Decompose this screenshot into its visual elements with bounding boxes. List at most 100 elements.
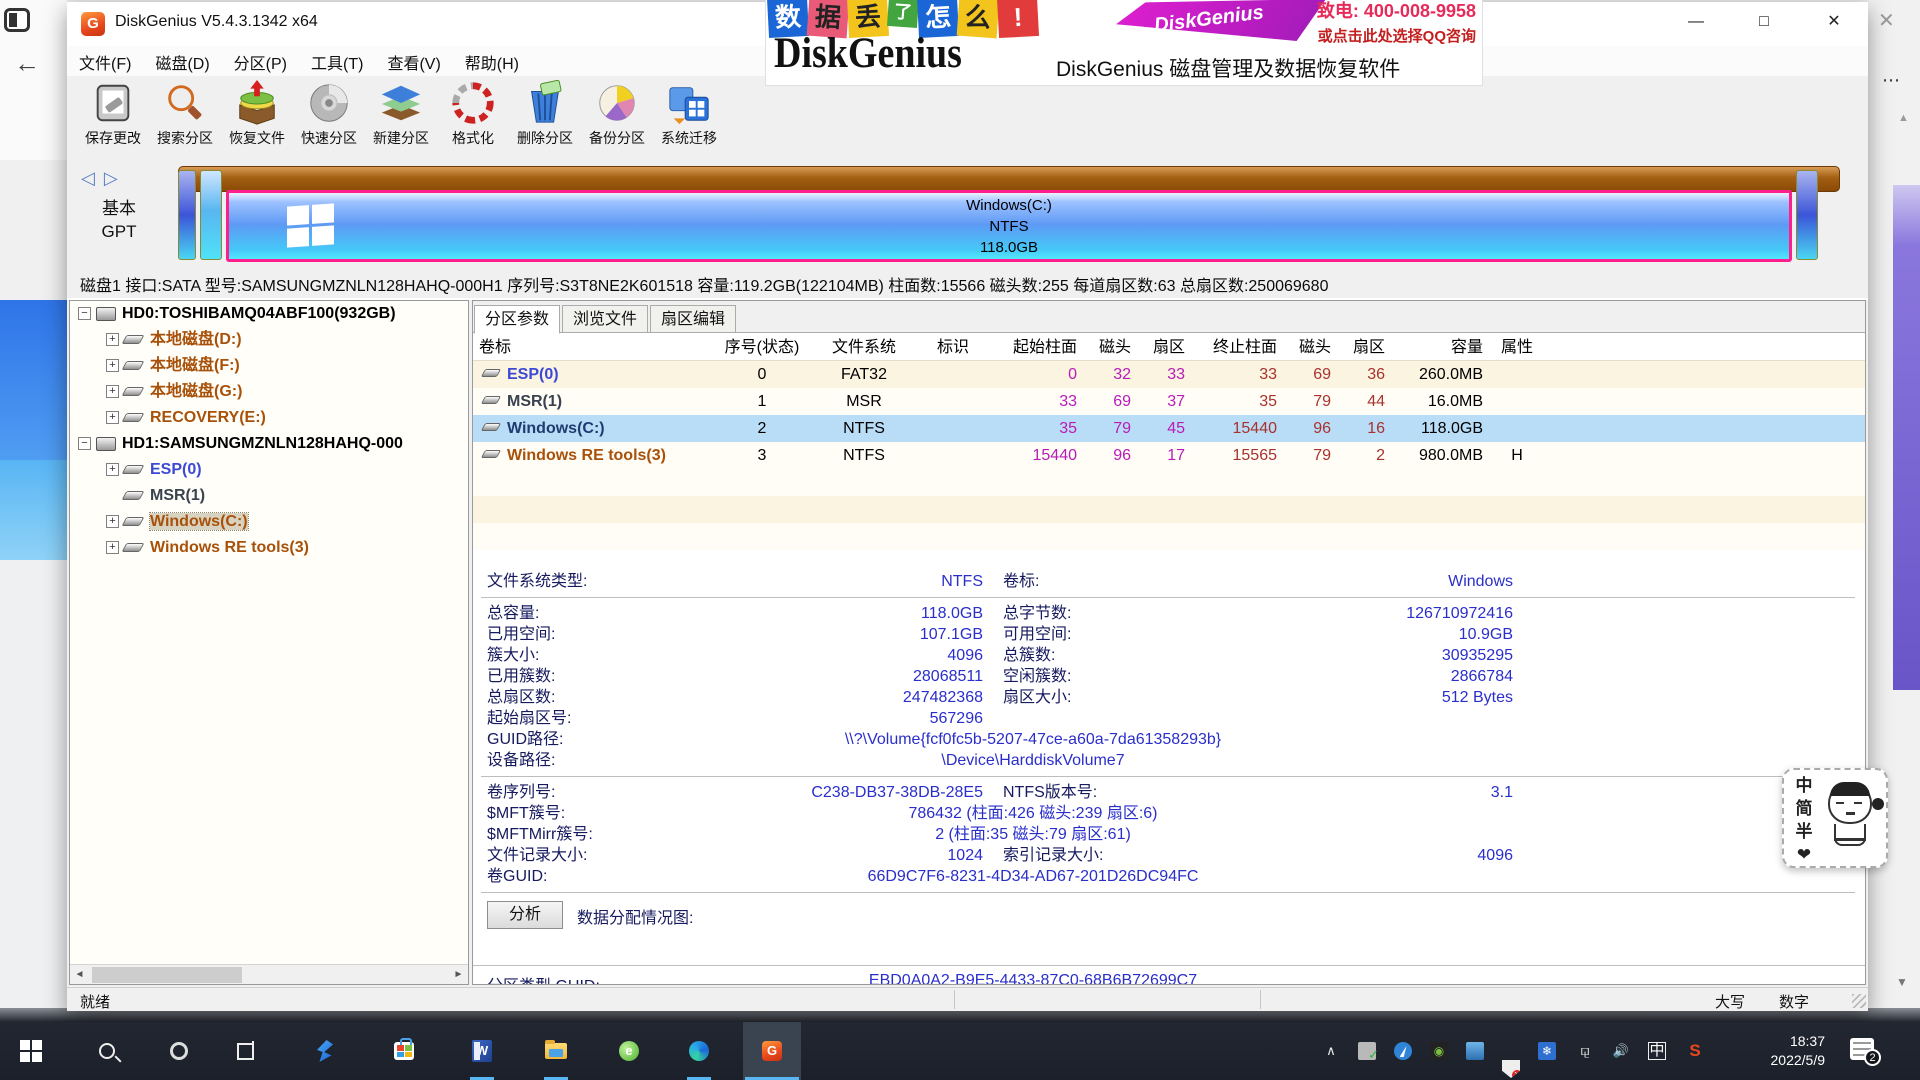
tray-chevron-icon[interactable]: ∧ <box>1322 1042 1340 1060</box>
scroll-left-icon[interactable]: ◄ <box>70 966 89 984</box>
tree-item-6[interactable]: +ESP(0) <box>70 457 468 483</box>
analyze-button[interactable]: 分析 <box>487 901 563 929</box>
background-scroll-down-icon[interactable]: ▼ <box>1896 975 1908 989</box>
toolbar-backup-partition[interactable]: 备份分区 <box>581 78 653 148</box>
column-header[interactable]: 扇区 <box>1337 334 1391 361</box>
table-row-MSR(1)[interactable]: MSR(1)1MSR33693735794416.0MB <box>473 388 1865 415</box>
tray-volume-icon[interactable]: 🔊 <box>1612 1042 1630 1060</box>
disk-nav-arrows-icon[interactable]: ◁ ▷ <box>81 168 120 189</box>
scroll-right-icon[interactable]: ► <box>449 966 468 984</box>
scrollbar-thumb[interactable] <box>92 967 242 983</box>
toolbar-search-partition[interactable]: 搜索分区 <box>149 78 221 148</box>
tree-item-4[interactable]: +RECOVERY(E:) <box>70 405 468 431</box>
column-header[interactable]: 容量 <box>1391 334 1489 361</box>
flash-app-icon[interactable] <box>296 1022 354 1080</box>
tray-feather-icon[interactable] <box>1394 1042 1412 1060</box>
tray-ime-icon[interactable]: 中 <box>1648 1042 1666 1060</box>
toolbar-save-changes[interactable]: 保存更改 <box>77 78 149 148</box>
tree-item-9[interactable]: +Windows RE tools(3) <box>70 535 468 561</box>
disk-extent-bar[interactable] <box>178 166 1840 192</box>
column-header[interactable]: 序号(状态) <box>711 334 813 361</box>
expander-icon[interactable]: + <box>106 541 119 554</box>
column-header[interactable]: 属性 <box>1489 334 1545 361</box>
column-header[interactable]: 文件系统 <box>813 334 915 361</box>
tree-item-3[interactable]: +本地磁盘(G:) <box>70 379 468 405</box>
table-row-Windows RE tools(3)[interactable]: Windows RE tools(3)3NTFS1544096171556579… <box>473 442 1865 469</box>
ad-banner[interactable]: 数据丢了怎么! DiskGenius 致电: 400-008-9958 或点击此… <box>765 0 1483 86</box>
tree-item-8[interactable]: +Windows(C:) <box>70 509 468 535</box>
diskgenius-taskbar-icon[interactable]: G <box>743 1022 801 1080</box>
search-icon[interactable] <box>78 1022 136 1080</box>
close-button[interactable]: ✕ <box>1805 2 1863 42</box>
browser-360-icon[interactable]: e <box>600 1022 658 1080</box>
background-more-icon[interactable]: ⋯ <box>1882 70 1902 91</box>
column-header[interactable]: 磁头 <box>1083 334 1137 361</box>
toolbar-recover-files[interactable]: 恢复文件 <box>221 78 293 148</box>
expander-icon[interactable]: + <box>106 411 119 424</box>
toolbar-quick-partition[interactable]: 快速分区 <box>293 78 365 148</box>
expander-icon[interactable]: − <box>78 437 91 450</box>
menu-item-2[interactable]: 分区(P) <box>222 46 299 78</box>
tree-horizontal-scrollbar[interactable]: ◄ ► <box>70 964 468 984</box>
column-header[interactable]: 卷标 <box>473 334 711 361</box>
minimize-button[interactable]: — <box>1667 2 1725 42</box>
microsoft-store-icon[interactable] <box>375 1022 433 1080</box>
maximize-button[interactable]: □ <box>1735 2 1793 42</box>
partition-block-msr[interactable] <box>200 170 222 260</box>
tray-intel-icon[interactable] <box>1466 1042 1484 1060</box>
tray-sogou-icon[interactable]: S <box>1686 1042 1704 1060</box>
partition-block-winre[interactable] <box>1796 170 1818 260</box>
toolbar-delete-partition[interactable]: 删除分区 <box>509 78 581 148</box>
ime-status-widget[interactable]: 中简半❤ <box>1782 768 1888 868</box>
menu-item-1[interactable]: 磁盘(D) <box>143 46 221 78</box>
background-close-icon[interactable]: ✕ <box>1878 8 1895 33</box>
resize-grip[interactable] <box>1852 994 1866 1008</box>
background-scroll-up-icon[interactable]: ▲ <box>1898 112 1909 124</box>
edge-icon[interactable] <box>670 1022 728 1080</box>
taskbar-clock[interactable]: 18:37 2022/5/9 <box>1735 1032 1825 1070</box>
tree-item-2[interactable]: +本地磁盘(F:) <box>70 353 468 379</box>
toolbar-format[interactable]: 格式化 <box>437 78 509 148</box>
tray-power-icon[interactable]: ⚼ <box>1576 1042 1594 1060</box>
column-header[interactable]: 终止柱面 <box>1191 334 1283 361</box>
toolbar-system-migrate[interactable]: 系统迁移 <box>653 78 725 148</box>
column-header[interactable]: 起始柱面 <box>991 334 1083 361</box>
menu-item-4[interactable]: 查看(V) <box>375 46 452 78</box>
partition-block-esp[interactable] <box>178 170 196 260</box>
column-header[interactable]: 标识 <box>915 334 991 361</box>
tray-snowflake-icon[interactable]: ❄ <box>1538 1042 1556 1060</box>
menu-item-3[interactable]: 工具(T) <box>299 46 375 78</box>
ad-qq-link[interactable]: 或点击此处选择QQ咨询 <box>1317 25 1476 46</box>
tray-security-icon[interactable] <box>1502 1060 1520 1078</box>
column-header[interactable]: 磁头 <box>1283 334 1337 361</box>
tray-device-icon[interactable] <box>1358 1042 1376 1060</box>
word-icon[interactable]: W <box>453 1022 511 1080</box>
expander-icon[interactable]: + <box>106 385 119 398</box>
tree-item-0[interactable]: −HD0:TOSHIBAMQ04ABF100(932GB) <box>70 301 468 327</box>
file-explorer-icon[interactable] <box>527 1022 585 1080</box>
tree-item-7[interactable]: MSR(1) <box>70 483 468 509</box>
cortana-icon[interactable] <box>150 1022 208 1080</box>
expander-icon[interactable]: + <box>106 515 119 528</box>
table-row-Windows(C:)[interactable]: Windows(C:)2NTFS357945154409616118.0GB <box>473 415 1865 442</box>
menu-item-5[interactable]: 帮助(H) <box>453 46 531 78</box>
expander-icon[interactable]: + <box>106 359 119 372</box>
tree-item-5[interactable]: −HD1:SAMSUNGMZNLN128HAHQ-000 <box>70 431 468 457</box>
column-header[interactable]: 扇区 <box>1137 334 1191 361</box>
task-view-icon[interactable] <box>216 1022 274 1080</box>
partition-block-windows-c[interactable]: Windows(C:) NTFS 118.0GB <box>226 190 1792 262</box>
tree-item-1[interactable]: +本地磁盘(D:) <box>70 327 468 353</box>
expander-icon[interactable]: + <box>106 333 119 346</box>
back-arrow-icon[interactable]: ← <box>14 48 40 79</box>
tab-1[interactable]: 浏览文件 <box>562 305 648 332</box>
tab-2[interactable]: 扇区编辑 <box>650 305 736 332</box>
tab-0[interactable]: 分区参数 <box>474 305 560 334</box>
tray-nvidia-icon[interactable] <box>1430 1042 1448 1060</box>
expander-icon[interactable]: + <box>106 463 119 476</box>
toolbar-new-partition[interactable]: 新建分区 <box>365 78 437 148</box>
notification-center-icon[interactable]: 2 <box>1850 1038 1874 1060</box>
table-row-ESP(0)[interactable]: ESP(0)0FAT3203233336936260.0MB <box>473 361 1865 388</box>
menu-item-0[interactable]: 文件(F) <box>67 46 143 78</box>
expander-icon[interactable]: − <box>78 307 91 320</box>
clock-date: 2022/5/9 <box>1735 1051 1825 1070</box>
